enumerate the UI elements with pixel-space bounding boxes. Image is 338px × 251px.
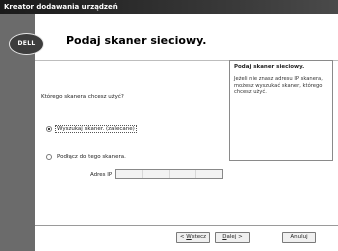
ip-octet-2[interactable] <box>143 170 170 178</box>
radio-connect-label: Podłącz do tego skanera. <box>57 154 126 160</box>
help-panel: Podaj skaner sieciowy. Jeżeli nie znasz … <box>229 60 333 161</box>
wizard-window: Kreator dodawania urządzeń DELL Podaj sk… <box>0 0 338 251</box>
radio-search-indicator[interactable] <box>46 126 52 132</box>
footer-divider <box>35 225 338 226</box>
ip-octet-3[interactable] <box>170 170 197 178</box>
back-button-rest: stecz <box>191 234 207 240</box>
help-title: Podaj skaner sieciowy. <box>234 64 305 70</box>
radio-connect-indicator[interactable] <box>46 154 52 160</box>
radio-search-label: Wyszukaj skaner. (zalecane) <box>55 125 137 133</box>
cancel-button[interactable]: Anuluj <box>282 232 316 243</box>
ip-octet-4[interactable] <box>196 170 222 178</box>
radio-search-scanner[interactable]: Wyszukaj skaner. (zalecane) <box>46 125 137 133</box>
ip-octet-1[interactable] <box>116 170 143 178</box>
radio-connect-scanner[interactable]: Podłącz do tego skanera. <box>46 154 127 160</box>
next-button-rest: alej > <box>226 234 243 240</box>
page-title: Podaj skaner sieciowy. <box>66 34 207 47</box>
help-text: Jeżeli nie znasz adresu IP skanera, może… <box>234 76 323 95</box>
ip-address-label: Adres IP <box>90 172 113 178</box>
next-button[interactable]: Dalej > <box>215 232 250 243</box>
dell-logo: DELL <box>9 33 44 55</box>
back-button[interactable]: < Wstecz <box>176 232 210 243</box>
scanner-question: Którego skanera chcesz użyć? <box>41 94 124 100</box>
ip-address-input[interactable] <box>115 169 223 179</box>
window-title: Kreator dodawania urządzeń <box>0 0 338 14</box>
